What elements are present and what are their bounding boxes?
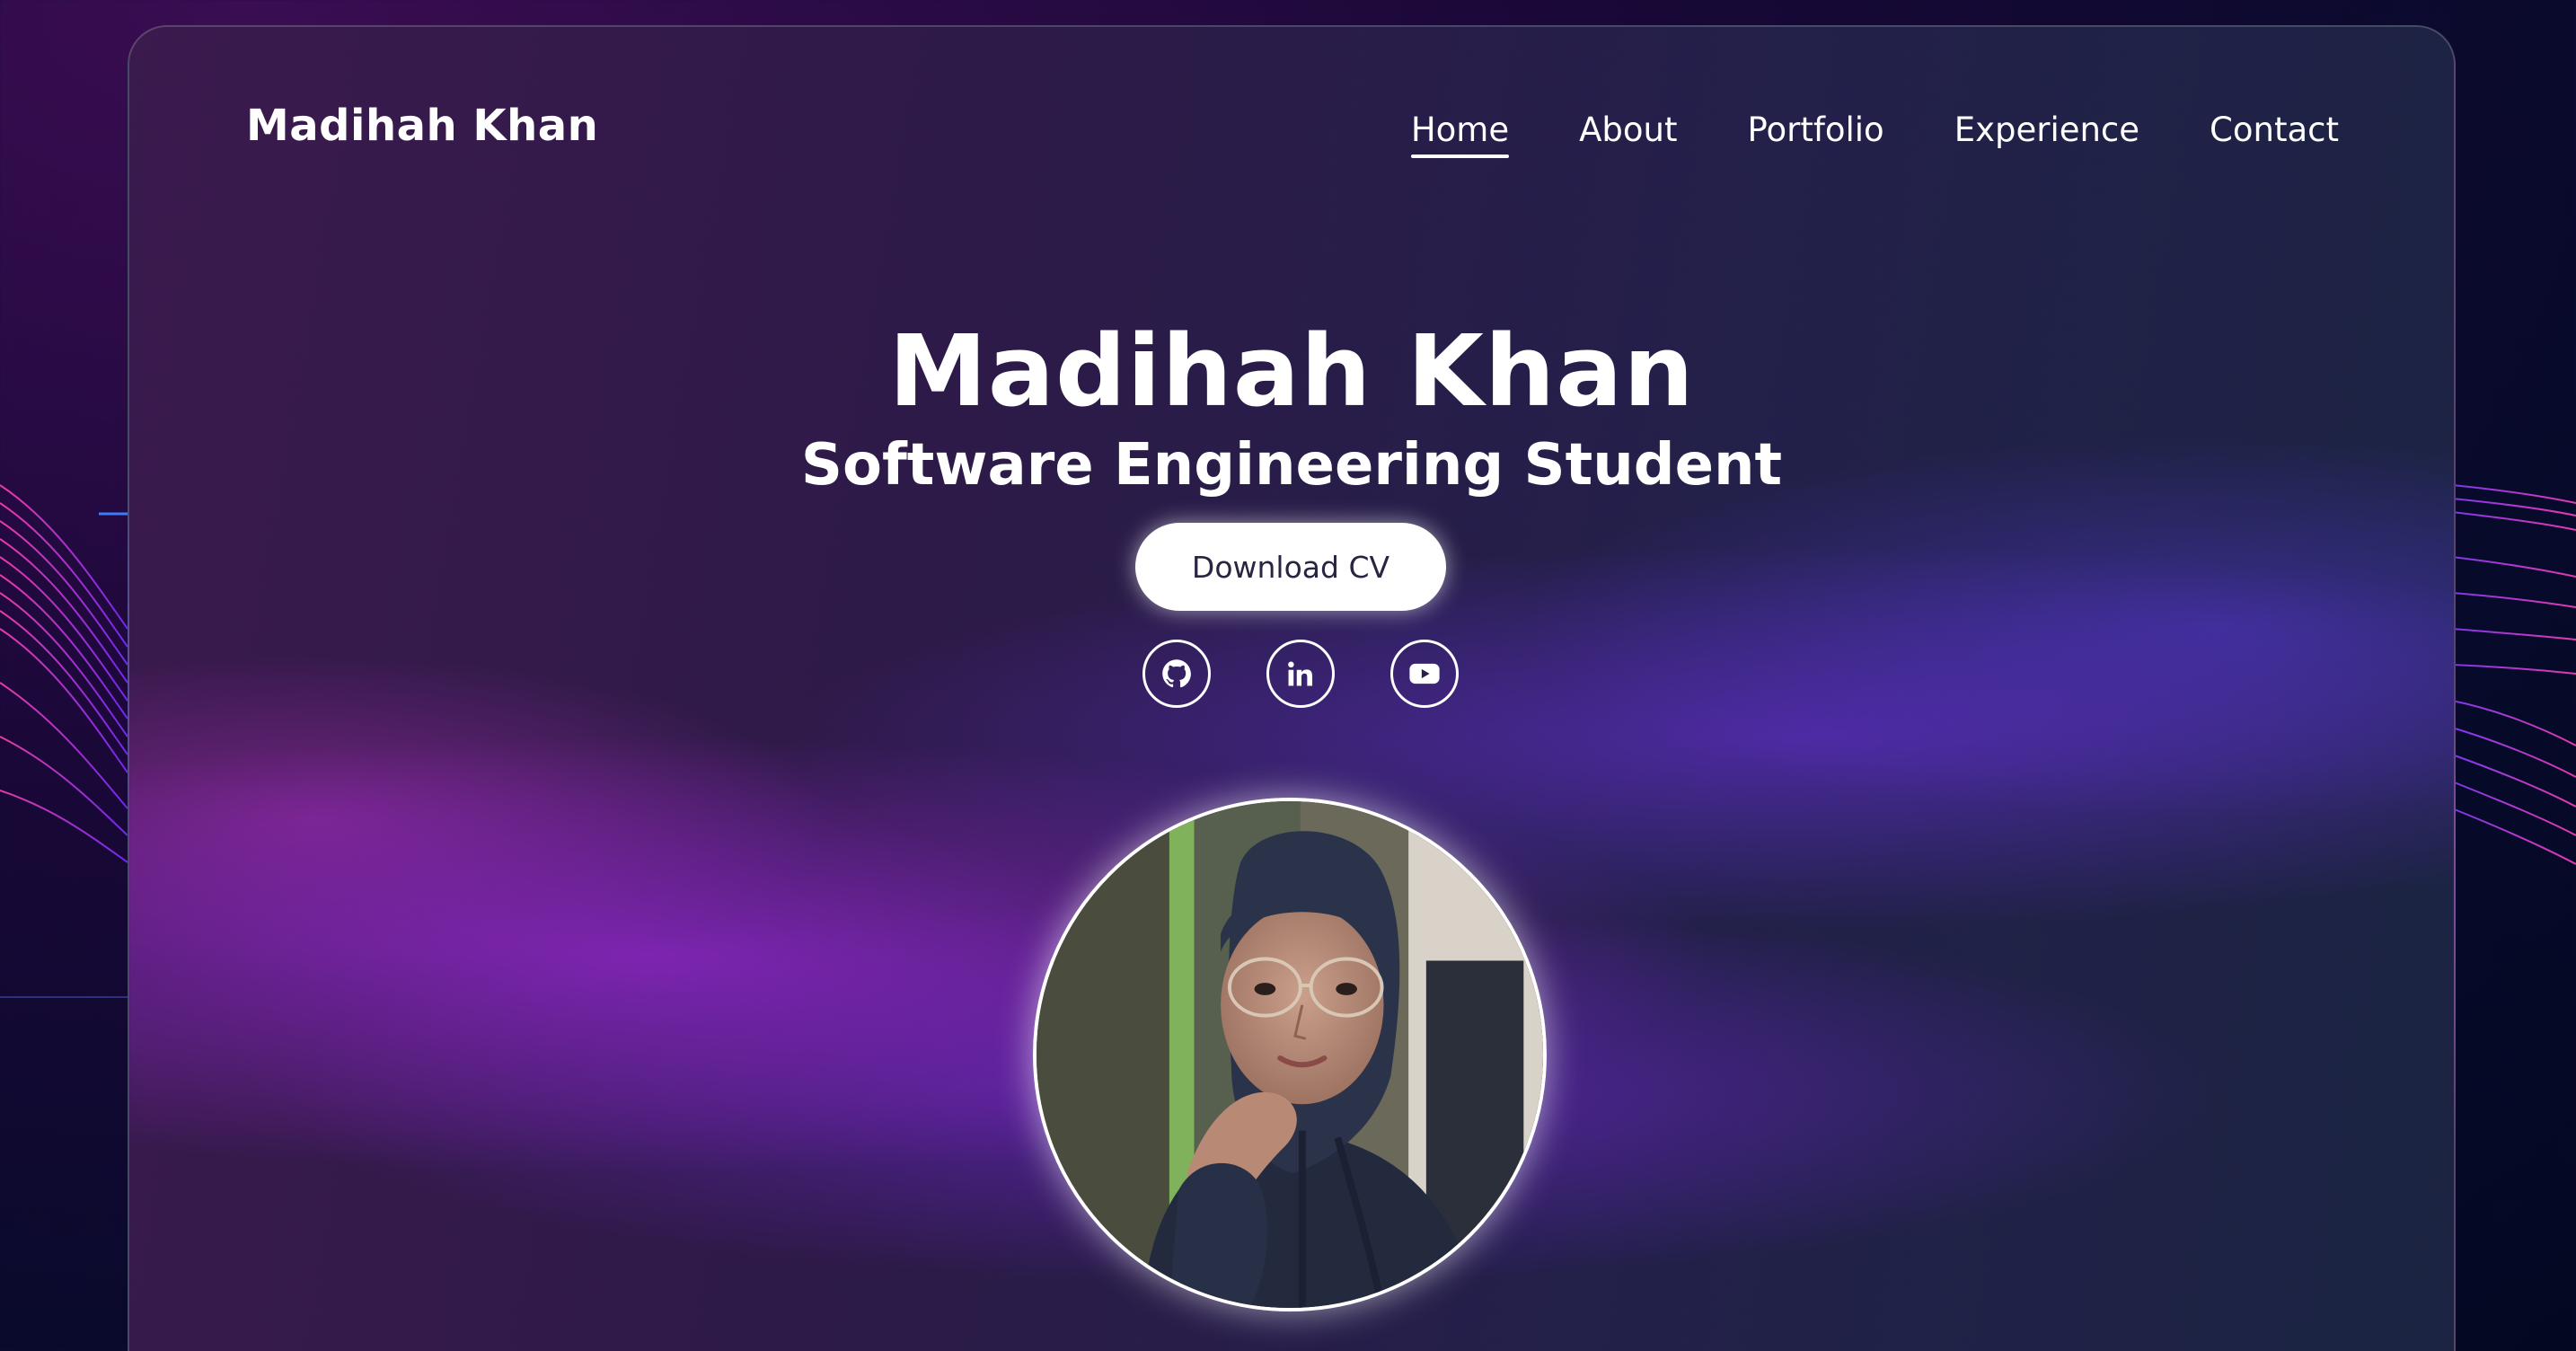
profile-photo (1033, 798, 1547, 1311)
social-links (1142, 640, 1459, 708)
nav-item-contact[interactable]: Contact (2210, 108, 2339, 153)
hero-card: Madihah Khan Home About Portfolio Experi… (128, 25, 2456, 1351)
linkedin-link[interactable] (1266, 640, 1335, 708)
github-link[interactable] (1142, 640, 1211, 708)
nav-links: Home About Portfolio Experience Contact (1410, 108, 2339, 158)
youtube-icon (1409, 663, 1440, 684)
github-icon (1162, 659, 1191, 688)
nav-item-portfolio[interactable]: Portfolio (1747, 108, 1883, 153)
profile-photo-illustration (1037, 801, 1543, 1308)
nav-item-experience[interactable]: Experience (1954, 108, 2139, 153)
brand-logo[interactable]: Madihah Khan (246, 101, 598, 151)
nav-item-about[interactable]: About (1579, 108, 1677, 153)
hero-subtitle: Software Engineering Student (800, 432, 1783, 499)
hero-title: Madihah Khan (888, 313, 1695, 428)
nav-item-home[interactable]: Home (1410, 108, 1510, 158)
linkedin-icon (1288, 661, 1313, 686)
youtube-link[interactable] (1390, 640, 1459, 708)
top-navigation: Madihah Khan Home About Portfolio Experi… (129, 27, 2454, 207)
download-cv-button[interactable]: Download CV (1135, 523, 1446, 611)
